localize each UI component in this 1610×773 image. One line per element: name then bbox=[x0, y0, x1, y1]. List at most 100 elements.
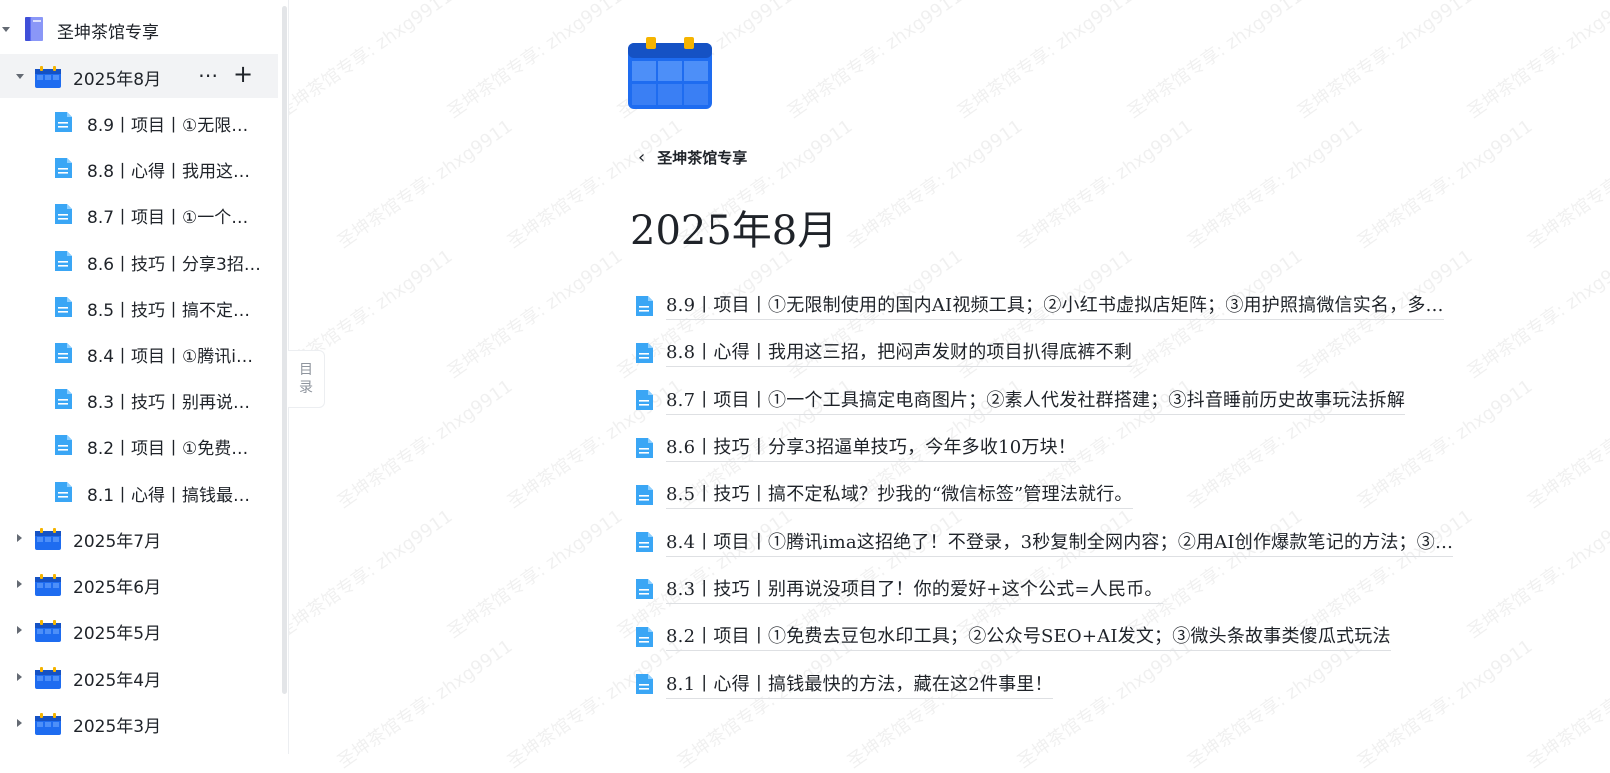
document-icon bbox=[55, 158, 72, 179]
watermark-text: 圣坤茶馆专享: zhxg9911 bbox=[1123, 0, 1307, 123]
sidebar-month-label: 2025年6月 bbox=[73, 578, 162, 599]
more-icon[interactable]: ⋯ bbox=[198, 65, 218, 85]
watermark-text: 圣坤茶馆专享: zhxg9911 bbox=[333, 375, 517, 513]
doc-link[interactable]: 8.3丨技巧丨别再说没项目了！你的爱好+这个公式=人民币。 bbox=[666, 575, 1163, 604]
sidebar: 圣坤茶馆专享 2025年8月 ⋯ + 8.9丨项目丨①无限… 8.8丨心得丨我用这… bbox=[0, 0, 289, 754]
sidebar-doc-item[interactable]: 8.4丨项目丨①腾讯i… bbox=[0, 331, 278, 375]
sidebar-doc-item[interactable]: 8.6丨技巧丨分享3招… bbox=[0, 239, 278, 283]
watermark-text: 圣坤茶馆专享: zhxg9911 bbox=[443, 245, 627, 383]
sidebar-month-label: 2025年3月 bbox=[73, 716, 162, 737]
watermark-text: 圣坤茶馆专享: zhxg9911 bbox=[783, 0, 967, 123]
book-icon bbox=[25, 17, 43, 41]
sidebar-doc-label: 8.3丨技巧丨别再说… bbox=[87, 393, 251, 414]
back-link-label[interactable]: 圣坤茶馆专享 bbox=[657, 147, 747, 168]
document-icon bbox=[55, 296, 72, 317]
doc-link[interactable]: 8.7丨项目丨①一个工具搞定电商图片；②素人代发社群搭建；③抖音睡前历史故事玩法… bbox=[666, 386, 1406, 415]
sidebar-doc-item[interactable]: 8.5丨技巧丨搞不定… bbox=[0, 285, 278, 329]
chevron-left-icon[interactable]: ‹ bbox=[638, 147, 645, 168]
calendar-icon bbox=[35, 528, 61, 550]
watermark-text: 圣坤茶馆专享: zhxg9911 bbox=[1183, 115, 1367, 253]
doc-list-item: 8.9丨项目丨①无限制使用的国内AI视频工具；②小红书虚拟店矩阵；③用护照搞微信… bbox=[634, 282, 1514, 329]
toc-tab-label-2: 录 bbox=[299, 380, 313, 396]
calendar-icon bbox=[35, 712, 61, 735]
watermark-text: 圣坤茶馆专享: zhxg9911 bbox=[333, 635, 517, 773]
sidebar-doc-label: 8.2丨项目丨①免费… bbox=[87, 439, 249, 460]
doc-list-item: 8.5丨技巧丨搞不定私域？抄我的“微信标签”管理法就行。 bbox=[634, 471, 1514, 518]
doc-list-item: 8.3丨技巧丨别再说没项目了！你的爱好+这个公式=人民币。 bbox=[634, 566, 1514, 613]
sidebar-doc-item[interactable]: 8.3丨技巧丨别再说… bbox=[0, 377, 278, 421]
sidebar-scrollbar[interactable] bbox=[282, 6, 287, 694]
watermark-text: 圣坤茶馆专享: zhxg9911 bbox=[1353, 115, 1537, 253]
doc-link[interactable]: 8.5丨技巧丨搞不定私域？抄我的“微信标签”管理法就行。 bbox=[666, 480, 1133, 510]
calendar-icon bbox=[35, 666, 61, 689]
sidebar-doc-label: 8.4丨项目丨①腾讯i… bbox=[87, 347, 253, 367]
watermark-text: 圣坤茶馆专享: zhxg9911 bbox=[1293, 0, 1477, 123]
caret-down-icon[interactable] bbox=[2, 27, 10, 32]
doc-list-item: 8.7丨项目丨①一个工具搞定电商图片；②素人代发社群搭建；③抖音睡前历史故事玩法… bbox=[634, 377, 1514, 424]
caret-right-icon[interactable] bbox=[17, 718, 22, 727]
sidebar-doc-label: 8.8丨心得丨我用这… bbox=[87, 162, 251, 183]
toc-tab-label-1: 目 bbox=[299, 362, 313, 378]
kb-title-row[interactable]: 圣坤茶馆专享 bbox=[0, 7, 278, 51]
doc-list: 8.9丨项目丨①无限制使用的国内AI视频工具；②小红书虚拟店矩阵；③用护照搞微信… bbox=[634, 282, 1514, 708]
doc-link[interactable]: 8.2丨项目丨①免费去豆包水印工具；②公众号SEO+AI发文；③微头条故事类傻瓜… bbox=[666, 622, 1391, 652]
sidebar-month-item[interactable]: 2025年3月 bbox=[0, 701, 278, 745]
document-icon bbox=[55, 204, 72, 225]
caret-right-icon[interactable] bbox=[17, 534, 22, 542]
sidebar-item-2025-08[interactable]: 2025年8月 ⋯ + bbox=[0, 54, 278, 98]
caret-right-icon[interactable] bbox=[17, 626, 22, 635]
doc-link[interactable]: 8.1丨心得丨搞钱最快的方法，藏在这2件事里！ bbox=[666, 670, 1053, 699]
document-icon bbox=[55, 481, 72, 502]
add-icon[interactable]: + bbox=[233, 62, 253, 86]
sidebar-month-item[interactable]: 2025年6月 bbox=[0, 562, 278, 606]
doc-list-item: 8.8丨心得丨我用这三招，把闷声发财的项目扒得底裤不剩 bbox=[634, 329, 1514, 376]
sidebar-doc-item[interactable]: 8.9丨项目丨①无限… bbox=[0, 100, 278, 144]
watermark-text: 圣坤茶馆专享: zhxg9911 bbox=[333, 115, 517, 253]
watermark-text: 圣坤茶馆专享: zhxg9911 bbox=[273, 505, 457, 643]
sidebar-doc-item[interactable]: 8.1丨心得丨搞钱最… bbox=[0, 470, 278, 514]
kb-title: 圣坤茶馆专享 bbox=[57, 23, 159, 43]
sidebar-month-item[interactable]: 2025年5月 bbox=[0, 608, 278, 652]
watermark-text: 圣坤茶馆专享: zhxg9911 bbox=[443, 505, 627, 643]
document-icon bbox=[55, 250, 72, 271]
sidebar-month-item[interactable]: 2025年4月 bbox=[0, 655, 278, 699]
document-icon bbox=[636, 579, 653, 600]
sidebar-doc-label: 8.9丨项目丨①无限… bbox=[87, 116, 249, 136]
calendar-icon bbox=[35, 574, 61, 597]
sidebar-doc-item[interactable]: 8.2丨项目丨①免费… bbox=[0, 423, 278, 467]
watermark-text: 圣坤茶馆专享: zhxg9911 bbox=[1523, 636, 1610, 773]
document-icon bbox=[55, 435, 72, 456]
sidebar-doc-item[interactable]: 8.8丨心得丨我用这… bbox=[0, 146, 278, 190]
caret-down-icon[interactable] bbox=[16, 74, 24, 79]
watermark-text: 圣坤茶馆专享: zhxg9911 bbox=[1523, 376, 1610, 513]
caret-right-icon[interactable] bbox=[17, 672, 22, 681]
sidebar-month-item[interactable]: 2025年7月 bbox=[0, 516, 278, 560]
sidebar-doc-item[interactable]: 8.7丨项目丨①一个… bbox=[0, 192, 278, 236]
document-icon bbox=[636, 390, 653, 411]
document-icon bbox=[636, 674, 653, 695]
document-icon bbox=[636, 295, 653, 316]
sidebar-item-label: 2025年8月 bbox=[73, 70, 162, 90]
sidebar-doc-label: 8.1丨心得丨搞钱最… bbox=[87, 485, 251, 506]
sidebar-month-label: 2025年4月 bbox=[73, 670, 162, 691]
toc-tab[interactable]: 目 录 bbox=[288, 350, 325, 408]
document-icon bbox=[636, 437, 653, 458]
sidebar-doc-label: 8.6丨技巧丨分享3招… bbox=[87, 254, 261, 275]
sidebar-doc-label: 8.5丨技巧丨搞不定… bbox=[87, 300, 251, 321]
doc-list-item: 8.6丨技巧丨分享3招逼单技巧，今年多收10万块！ bbox=[634, 424, 1514, 471]
watermark-text: 圣坤茶馆专享: zhxg9911 bbox=[1463, 0, 1610, 123]
doc-link[interactable]: 8.8丨心得丨我用这三招，把闷声发财的项目扒得底裤不剩 bbox=[666, 338, 1133, 368]
document-icon bbox=[55, 389, 72, 410]
sidebar-doc-label: 8.7丨项目丨①一个… bbox=[87, 208, 249, 229]
doc-list-item: 8.4丨项目丨①腾讯ima这招绝了！不登录，3秒复制全网内容；②用AI创作爆款笔… bbox=[634, 518, 1514, 565]
doc-link[interactable]: 8.9丨项目丨①无限制使用的国内AI视频工具；②小红书虚拟店矩阵；③用护照搞微信… bbox=[666, 291, 1444, 321]
document-icon bbox=[55, 112, 72, 132]
back-link[interactable]: ‹ 圣坤茶馆专享 bbox=[638, 145, 747, 169]
watermark-text: 圣坤茶馆专享: zhxg9911 bbox=[443, 0, 627, 123]
document-icon bbox=[55, 343, 72, 363]
sidebar-month-label: 2025年5月 bbox=[73, 624, 162, 645]
caret-right-icon[interactable] bbox=[17, 580, 22, 589]
doc-link[interactable]: 8.4丨项目丨①腾讯ima这招绝了！不登录，3秒复制全网内容；②用AI创作爆款笔… bbox=[666, 528, 1454, 557]
watermark-text: 圣坤茶馆专享: zhxg9911 bbox=[1013, 115, 1197, 253]
doc-link[interactable]: 8.6丨技巧丨分享3招逼单技巧，今年多收10万块！ bbox=[666, 433, 1076, 463]
